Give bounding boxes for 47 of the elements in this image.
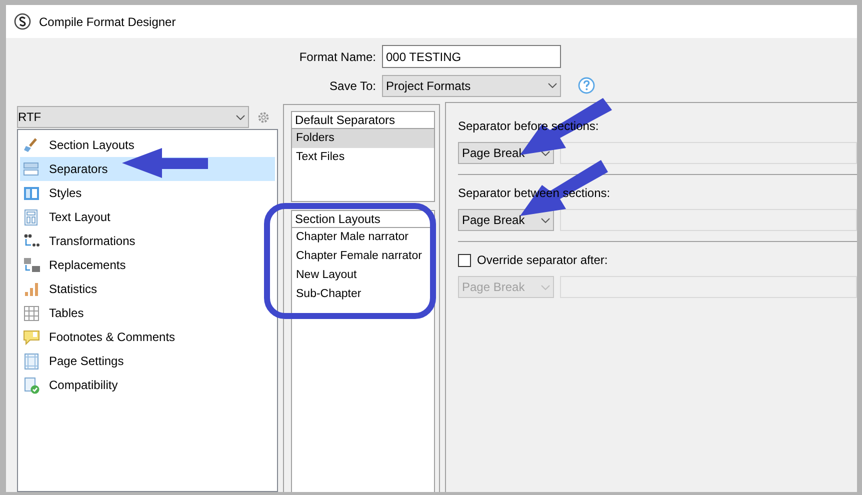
separator-text-field[interactable] bbox=[560, 142, 857, 164]
separator-icon bbox=[23, 160, 40, 178]
setting-label: Override separator after: bbox=[477, 252, 608, 269]
page-checkmark-icon bbox=[23, 376, 40, 394]
save-to-label: Save To: bbox=[328, 78, 377, 94]
sidebar-item[interactable]: Tables bbox=[20, 301, 275, 325]
window-title: Compile Format Designer bbox=[39, 14, 176, 30]
format-name-field[interactable]: 000 TESTING bbox=[382, 45, 561, 68]
list-item[interactable]: Text Files bbox=[292, 148, 434, 167]
caret-icon bbox=[541, 150, 550, 156]
list-item[interactable]: Folders bbox=[292, 129, 434, 148]
format-name-label: Format Name: bbox=[298, 48, 377, 66]
list-item[interactable]: Sub-Chapter bbox=[292, 285, 434, 304]
footnote-icon bbox=[23, 328, 40, 346]
list-item[interactable]: Chapter Female narrator bbox=[292, 247, 434, 266]
caret-icon bbox=[236, 114, 245, 120]
sidebar-item[interactable]: Section Layouts bbox=[20, 133, 275, 157]
sidebar-item[interactable]: Styles bbox=[20, 181, 275, 205]
separator-text-field[interactable] bbox=[560, 276, 857, 298]
list-item[interactable]: New Layout bbox=[292, 266, 434, 285]
output-format-dropdown[interactable]: RTF bbox=[17, 106, 249, 128]
list-item[interactable]: Chapter Male narrator bbox=[292, 228, 434, 247]
caret-icon bbox=[541, 284, 550, 290]
caret-icon bbox=[548, 83, 557, 88]
layout-icon bbox=[23, 208, 40, 226]
save-to-dropdown[interactable]: Project Formats bbox=[382, 74, 561, 96]
sidebar-item[interactable]: Replacements bbox=[20, 253, 275, 277]
bar-chart-icon bbox=[23, 280, 40, 298]
separator-dropdown[interactable]: Page Break bbox=[458, 209, 554, 231]
sidebar-item[interactable]: Transformations bbox=[20, 229, 275, 253]
help-icon[interactable] bbox=[578, 77, 595, 94]
table-icon bbox=[23, 304, 40, 322]
sidebar-item[interactable]: Footnotes & Comments bbox=[20, 325, 275, 349]
caret-icon bbox=[541, 218, 550, 222]
sidebar-item[interactable]: Text Layout bbox=[20, 205, 275, 229]
sidebar-item[interactable]: Page Settings bbox=[20, 349, 275, 373]
separator-text-field[interactable] bbox=[560, 209, 857, 231]
sidebar-item[interactable]: Compatibility bbox=[20, 373, 275, 397]
replace-text-icon bbox=[23, 256, 40, 274]
list-header: Default Separators bbox=[292, 112, 434, 129]
page-icon bbox=[23, 352, 40, 370]
quote-marks-icon bbox=[23, 232, 40, 250]
app-logo-icon bbox=[14, 13, 31, 30]
gear-icon[interactable] bbox=[257, 110, 270, 124]
styles-icon bbox=[23, 184, 40, 202]
sidebar-item[interactable]: Statistics bbox=[20, 277, 275, 301]
paintbrush-icon bbox=[23, 136, 40, 154]
